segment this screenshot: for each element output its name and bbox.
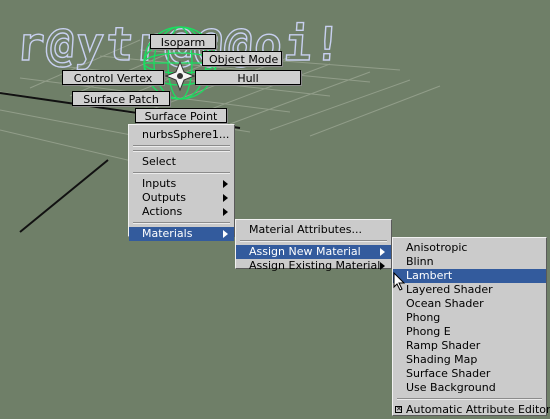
material-ramp-shader-item[interactable]: Ramp Shader bbox=[393, 339, 546, 353]
material-blinn-item[interactable]: Blinn bbox=[393, 255, 546, 269]
marking-surface-point-button[interactable]: Surface Point bbox=[135, 108, 227, 123]
assign-existing-material-label: Assign Existing Material bbox=[249, 259, 381, 272]
object-name-item[interactable]: nurbsSphere1... bbox=[129, 128, 234, 142]
material-phong-item[interactable]: Phong bbox=[393, 311, 546, 325]
material-anisotropic-item[interactable]: Anisotropic bbox=[393, 241, 546, 255]
submenu-arrow-icon bbox=[223, 230, 228, 238]
material-surface-shader-item[interactable]: Surface Shader bbox=[393, 367, 546, 381]
mouse-cursor-icon bbox=[393, 272, 406, 291]
material-ocean-shader-item[interactable]: Ocean Shader bbox=[393, 297, 546, 311]
assign-new-material-label: Assign New Material bbox=[249, 245, 361, 258]
marking-isoparm-button[interactable]: Isoparm bbox=[150, 34, 216, 49]
viewport-3d[interactable]: r@ytr@@@oi! Isoparm Object Mode Control … bbox=[0, 0, 550, 419]
checkbox-checked-icon[interactable]: ✕ bbox=[395, 406, 402, 413]
automatic-attribute-editor-item[interactable]: ✕ Automatic Attribute Editor bbox=[393, 403, 550, 417]
material-use-background-item[interactable]: Use Background bbox=[393, 381, 546, 395]
materials-submenu: Material Attributes... Assign New Materi… bbox=[235, 219, 392, 272]
inputs-label: Inputs bbox=[142, 177, 177, 190]
material-lambert-item[interactable]: Lambert bbox=[393, 269, 546, 283]
outputs-item[interactable]: Outputs bbox=[129, 191, 234, 205]
menu-separator bbox=[240, 240, 387, 242]
submenu-arrow-icon bbox=[223, 208, 228, 216]
submenu-arrow-icon bbox=[380, 248, 385, 256]
inputs-item[interactable]: Inputs bbox=[129, 177, 234, 191]
actions-label: Actions bbox=[142, 205, 183, 218]
marking-control-vertex-button[interactable]: Control Vertex bbox=[62, 70, 164, 85]
submenu-arrow-icon bbox=[223, 194, 228, 202]
marking-surface-patch-button[interactable]: Surface Patch bbox=[72, 91, 170, 106]
submenu-arrow-icon bbox=[380, 262, 385, 270]
material-layered-shader-item[interactable]: Layered Shader bbox=[393, 283, 546, 297]
materials-label: Materials bbox=[142, 227, 193, 240]
menu-separator bbox=[133, 172, 230, 174]
material-attributes-item[interactable]: Material Attributes... bbox=[236, 223, 391, 237]
menu-separator bbox=[133, 222, 230, 224]
object-context-menu: nurbsSphere1... Select Inputs Outputs Ac… bbox=[128, 124, 235, 241]
automatic-attribute-editor-label: Automatic Attribute Editor bbox=[406, 403, 550, 416]
grid-axis-z bbox=[19, 159, 109, 233]
new-material-submenu: Anisotropic Blinn Lambert Layered Shader… bbox=[392, 237, 550, 417]
menu-separator bbox=[397, 398, 542, 400]
outputs-label: Outputs bbox=[142, 191, 186, 204]
actions-item[interactable]: Actions bbox=[129, 205, 234, 219]
select-item[interactable]: Select bbox=[129, 155, 234, 169]
marking-object-mode-button[interactable]: Object Mode bbox=[202, 51, 282, 66]
material-phong-e-item[interactable]: Phong E bbox=[393, 325, 546, 339]
assign-new-material-item[interactable]: Assign New Material bbox=[236, 245, 391, 259]
menu-separator bbox=[133, 145, 230, 147]
material-shading-map-item[interactable]: Shading Map bbox=[393, 353, 546, 367]
submenu-arrow-icon bbox=[223, 180, 228, 188]
menu-separator bbox=[133, 150, 230, 152]
materials-item[interactable]: Materials bbox=[129, 227, 234, 241]
assign-existing-material-item[interactable]: Assign Existing Material bbox=[236, 259, 391, 273]
marking-hull-button[interactable]: Hull bbox=[195, 70, 301, 85]
